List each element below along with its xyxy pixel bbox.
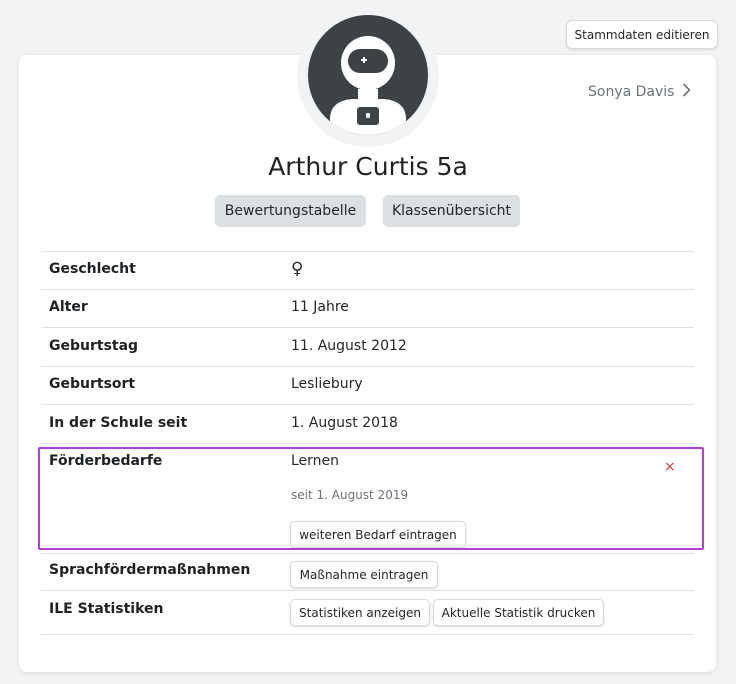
row-label-birthday: Geburtstag (49, 338, 139, 354)
row-value-birthday: 11. August 2012 (291, 338, 407, 354)
row-label-ile-stats: ILE Statistiken (49, 601, 164, 617)
rating-table-button[interactable]: Bewertungstabelle (215, 195, 366, 227)
print-statistics-button[interactable]: Aktuelle Statistik drucken (433, 599, 604, 626)
row-value-gender: ♀ (291, 259, 304, 279)
remove-support-need-button[interactable]: × (664, 459, 676, 475)
row-value-age: 11 Jahre (291, 299, 349, 315)
row-divider (41, 327, 694, 328)
row-label-gender: Geschlecht (49, 261, 136, 277)
row-value-school-since: 1. August 2018 (291, 415, 398, 431)
row-label-language-support: Sprachfördermaßnahmen (49, 562, 251, 578)
edit-master-data-button[interactable]: Stammdaten editieren (566, 20, 718, 49)
support-need-value: Lernen (291, 453, 340, 469)
row-divider (41, 553, 694, 554)
show-statistics-button[interactable]: Statistiken anzeigen (290, 599, 430, 626)
teacher-link[interactable]: Sonya Davis (588, 83, 692, 101)
astronaut-icon (330, 36, 406, 135)
row-label-school-since: In der Schule seit (49, 415, 188, 431)
row-label-age: Alter (49, 299, 88, 315)
row-divider (41, 366, 694, 367)
row-label-birthplace: Geburtsort (49, 376, 136, 392)
chevron-right-icon (682, 83, 692, 101)
support-need-since: seit 1. August 2019 (291, 488, 409, 502)
row-divider (41, 289, 694, 290)
avatar (308, 15, 428, 135)
student-title: Arthur Curtis 5a (268, 152, 468, 181)
row-divider (41, 251, 694, 252)
add-measure-button[interactable]: Maßnahme eintragen (290, 561, 438, 588)
class-overview-button[interactable]: Klassenübersicht (383, 195, 520, 227)
add-support-need-button[interactable]: weiteren Bedarf eintragen (290, 521, 466, 548)
row-divider (41, 634, 694, 635)
row-label-support-needs: Förderbedarfe (49, 453, 163, 469)
row-divider (41, 590, 694, 591)
row-divider (41, 404, 694, 405)
row-value-birthplace: Lesliebury (291, 376, 363, 392)
row-divider (41, 443, 694, 444)
teacher-name: Sonya Davis (588, 84, 675, 100)
